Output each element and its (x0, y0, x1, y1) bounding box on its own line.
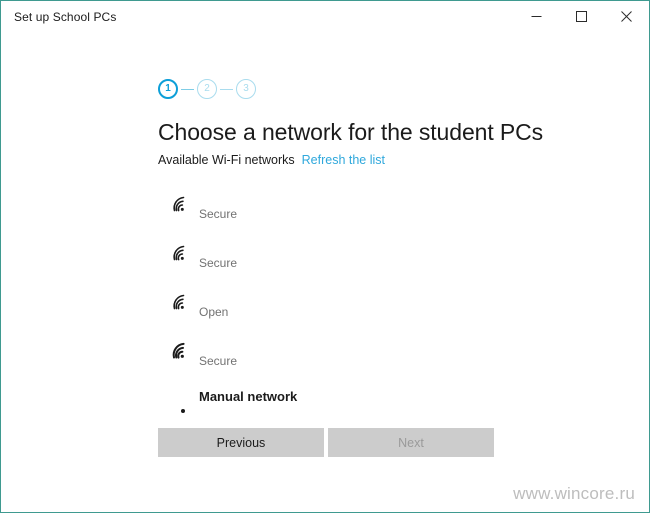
network-list-item[interactable]: Secure (1, 189, 649, 238)
manual-network-item[interactable]: Manual network (1, 385, 649, 431)
network-status: Open (199, 305, 229, 319)
wizard-content: 1 2 3 Choose a network for the student P… (1, 32, 649, 512)
wizard-footer: Previous Next (158, 428, 494, 457)
window-controls (514, 1, 649, 32)
wifi-icon (170, 243, 192, 263)
title-bar: Set up School PCs (1, 1, 649, 32)
maximize-button[interactable] (559, 1, 604, 32)
wifi-icon (170, 292, 192, 312)
manual-network-bullet-icon (181, 409, 185, 413)
watermark: www.wincore.ru (513, 484, 635, 503)
close-button[interactable] (604, 1, 649, 32)
network-list-item[interactable]: Secure (1, 238, 649, 287)
manual-network-label: Manual network (199, 389, 298, 404)
network-status: Secure (199, 256, 238, 270)
network-status: Secure (199, 207, 238, 221)
wifi-icon (170, 341, 192, 361)
step-indicator: 1 2 3 (1, 32, 649, 99)
window-title: Set up School PCs (14, 9, 117, 24)
network-list-item[interactable]: Secure (1, 336, 649, 385)
close-icon (621, 11, 632, 22)
maximize-icon (576, 11, 587, 22)
app-window: Set up School PCs 1 2 3 Choose a network… (0, 0, 650, 513)
step-1[interactable]: 1 (158, 79, 178, 99)
next-button: Next (328, 428, 494, 457)
previous-button[interactable]: Previous (158, 428, 324, 457)
step-2: 2 (197, 79, 217, 99)
subtitle-label: Available Wi-Fi networks (158, 153, 295, 167)
refresh-the-list-link[interactable]: Refresh the list (302, 153, 385, 167)
minimize-icon (531, 16, 542, 17)
step-separator-1 (181, 88, 194, 90)
subtitle-row: Available Wi-Fi networks Refresh the lis… (1, 146, 649, 167)
wifi-icon (170, 194, 192, 214)
step-3: 3 (236, 79, 256, 99)
page-title: Choose a network for the student PCs (158, 119, 544, 145)
minimize-button[interactable] (514, 1, 559, 32)
step-separator-2 (220, 88, 233, 90)
network-list-item[interactable]: Open (1, 287, 649, 336)
network-status: Secure (199, 354, 238, 368)
network-list: Secure Secure Open Secure Manual network (1, 167, 649, 431)
